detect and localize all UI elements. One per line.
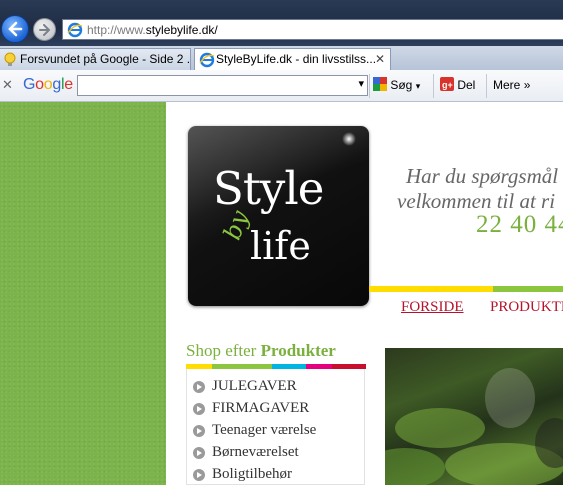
nav-link-produkter[interactable]: PRODUKTE	[490, 299, 563, 316]
separator	[486, 74, 487, 98]
tab-google-search[interactable]: Forsvundet på Google - Side 2 ...	[0, 48, 191, 70]
tagline-line-1: Har du spørgsmål	[406, 164, 559, 188]
forward-button[interactable]	[33, 18, 56, 41]
share-label: Del	[457, 78, 476, 92]
search-label: Søg	[390, 78, 413, 92]
search-button[interactable]: Søg ▾	[373, 77, 420, 94]
page-background	[0, 102, 166, 485]
close-tab-icon[interactable]: ✕	[375, 49, 385, 69]
play-bullet-icon	[193, 403, 205, 415]
share-button[interactable]: g+ Del	[440, 77, 475, 93]
browser-title-bar: http://www.stylebylife.dk/	[0, 0, 563, 46]
category-list: JULEGAVER FIRMAGAVER Teenager værelse Bø…	[186, 369, 365, 485]
shop-heading: Shop efter Produkter	[186, 341, 336, 360]
arrow-left-icon	[8, 21, 23, 37]
tab-bar: Forsvundet på Google - Side 2 ... StyleB…	[0, 46, 563, 70]
play-bullet-icon	[193, 447, 205, 459]
phone-number: 22 40 44	[476, 211, 563, 238]
play-bullet-icon	[193, 381, 205, 393]
chevron-down-icon[interactable]: ▾	[358, 77, 364, 90]
logo-flare	[342, 132, 356, 146]
arrow-right-icon	[39, 24, 51, 36]
svg-text:g+: g+	[442, 80, 453, 90]
google-search-input[interactable]: ▾	[77, 75, 368, 96]
separator	[433, 74, 434, 98]
address-text: http://www.stylebylife.dk/	[87, 23, 218, 37]
ie-page-icon	[199, 52, 215, 68]
hero-photo[interactable]	[385, 348, 563, 485]
nav-color-stripe	[369, 286, 563, 292]
more-button[interactable]: Mere »	[493, 77, 530, 93]
close-toolbar-icon[interactable]: ✕	[2, 77, 13, 93]
tab-label: Forsvundet på Google - Side 2 ...	[20, 52, 191, 66]
google-toolbar: ✕ Google ▾ Søg ▾ g+ Del Mere »	[0, 70, 563, 102]
tab-stylebylife[interactable]: StyleByLife.dk - din livsstilss... ✕	[194, 48, 391, 70]
tab-label: StyleByLife.dk - din livsstilss...	[216, 52, 377, 66]
google-plus-icon: g+	[440, 77, 454, 91]
double-chevron-right-icon: »	[523, 78, 531, 92]
logo-text-life: life	[250, 224, 311, 268]
ie-page-icon	[67, 22, 83, 38]
back-button[interactable]	[1, 15, 29, 43]
address-bar[interactable]: http://www.stylebylife.dk/	[62, 19, 563, 40]
lightbulb-icon	[4, 52, 16, 66]
play-bullet-icon	[193, 469, 205, 481]
play-bullet-icon	[193, 425, 205, 437]
nav-link-forside[interactable]: FORSIDE	[401, 299, 464, 316]
site-logo[interactable]: Style by life	[188, 126, 369, 306]
google-logo: Google	[23, 76, 73, 93]
google-g-icon	[373, 77, 387, 91]
more-label: Mere	[493, 78, 521, 92]
separator	[369, 74, 370, 98]
